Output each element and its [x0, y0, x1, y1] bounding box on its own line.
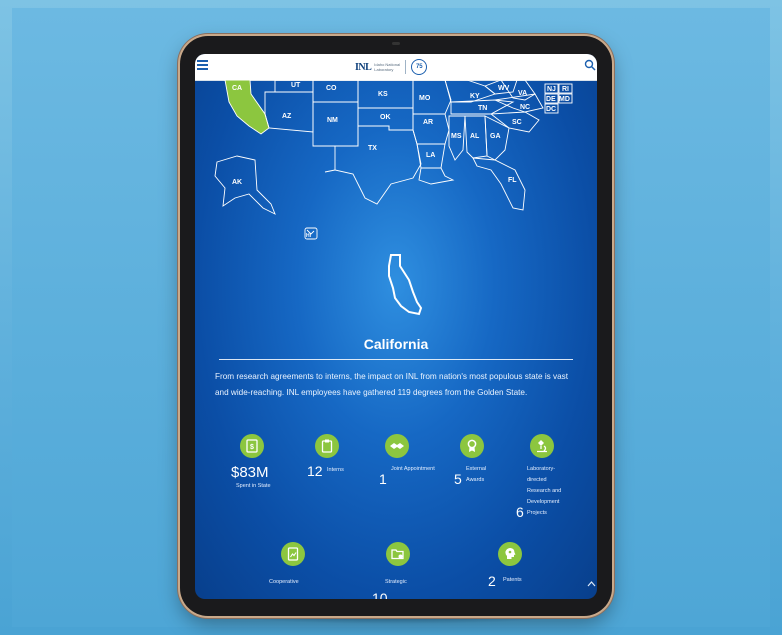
- state-title: California: [363, 336, 429, 352]
- stat-label: Laboratory-directed Research and Develop…: [527, 466, 562, 516]
- document-chart-icon: [281, 542, 305, 566]
- svg-text:$: $: [250, 444, 254, 451]
- stat-label: Joint Appointment: [391, 466, 435, 472]
- map-label-sc: SC: [512, 119, 522, 126]
- stat-label: Patents: [503, 577, 522, 583]
- stat-label: External Awards: [466, 466, 487, 483]
- us-map[interactable]: CA UT CO KS MO KY WV VA AZ NM OK AR TN N…: [195, 80, 597, 330]
- stat-value: $83M: [231, 464, 269, 481]
- state-description: From research agreements to interns, the…: [215, 372, 569, 397]
- stat-value: 12: [307, 463, 323, 479]
- top-bar: INL Idaho National Laboratory 75: [195, 54, 597, 81]
- stat-value: 2: [488, 573, 496, 589]
- map-label-ut: UT: [291, 82, 301, 89]
- inl-logo[interactable]: INL Idaho National Laboratory 75: [355, 58, 428, 76]
- stat-label: Strategic: [385, 579, 407, 585]
- microscope-icon: [530, 434, 554, 458]
- map-label-ar: AR: [423, 119, 433, 126]
- map-label-nm: NM: [327, 117, 338, 124]
- logo-subtitle: Idaho National Laboratory: [374, 62, 401, 72]
- stat-value: 6: [516, 504, 524, 520]
- california-outline-icon: [388, 254, 423, 316]
- chevron-up-icon[interactable]: [587, 580, 596, 588]
- dollar-document-icon: $: [240, 434, 264, 458]
- tablet-device: INL Idaho National Laboratory 75 CA UT C…: [180, 36, 612, 616]
- map-label-ms: MS: [451, 133, 462, 140]
- map-label-ok: OK: [380, 114, 391, 121]
- map-label-fl: FL: [508, 177, 517, 184]
- title-divider: [219, 359, 573, 360]
- map-label-nj: NJ: [547, 86, 556, 93]
- award-ribbon-icon: [460, 434, 484, 458]
- search-icon[interactable]: [584, 59, 596, 71]
- stat-value: 10: [372, 590, 388, 599]
- map-label-nc: NC: [520, 104, 530, 111]
- folder-gear-icon: [386, 542, 410, 566]
- stat-label: Cooperative: [269, 579, 299, 585]
- map-label-al: AL: [470, 133, 480, 140]
- map-label-md: MD: [559, 96, 570, 103]
- logo-text: INL: [355, 61, 372, 73]
- logo-divider: [405, 60, 407, 74]
- map-label-mo: MO: [419, 95, 431, 102]
- map-label-az: AZ: [282, 113, 292, 120]
- map-label-ca: CA: [232, 85, 242, 92]
- map-label-tn: TN: [478, 105, 487, 112]
- anniversary-seal: 75: [411, 59, 428, 75]
- handshake-icon: [385, 434, 409, 458]
- clipboard-icon: [315, 434, 339, 458]
- map-label-va: VA: [518, 90, 527, 97]
- map-label-la: LA: [426, 152, 435, 159]
- map-label-ga: GA: [490, 133, 501, 140]
- map-label-ks: KS: [378, 91, 388, 98]
- stat-label: Interns: [327, 467, 344, 473]
- stat-value: 5: [454, 471, 462, 487]
- map-label-hi: HI: [306, 233, 312, 239]
- map-label-wv: WV: [498, 85, 510, 92]
- head-idea-icon: [498, 542, 522, 566]
- hamburger-icon[interactable]: [197, 60, 208, 70]
- map-label-dc: DC: [546, 106, 556, 113]
- stat-value: 1: [379, 471, 387, 487]
- camera-bar: [392, 42, 400, 45]
- app-screen: INL Idaho National Laboratory 75 CA UT C…: [195, 54, 597, 599]
- stat-label: Spent in State: [236, 483, 271, 489]
- map-label-tx: TX: [368, 145, 377, 152]
- map-label-co: CO: [326, 85, 337, 92]
- map-label-de: DE: [546, 96, 556, 103]
- map-label-ri: RI: [562, 86, 569, 93]
- map-label-ky: KY: [470, 93, 480, 100]
- map-label-ak: AK: [232, 179, 242, 186]
